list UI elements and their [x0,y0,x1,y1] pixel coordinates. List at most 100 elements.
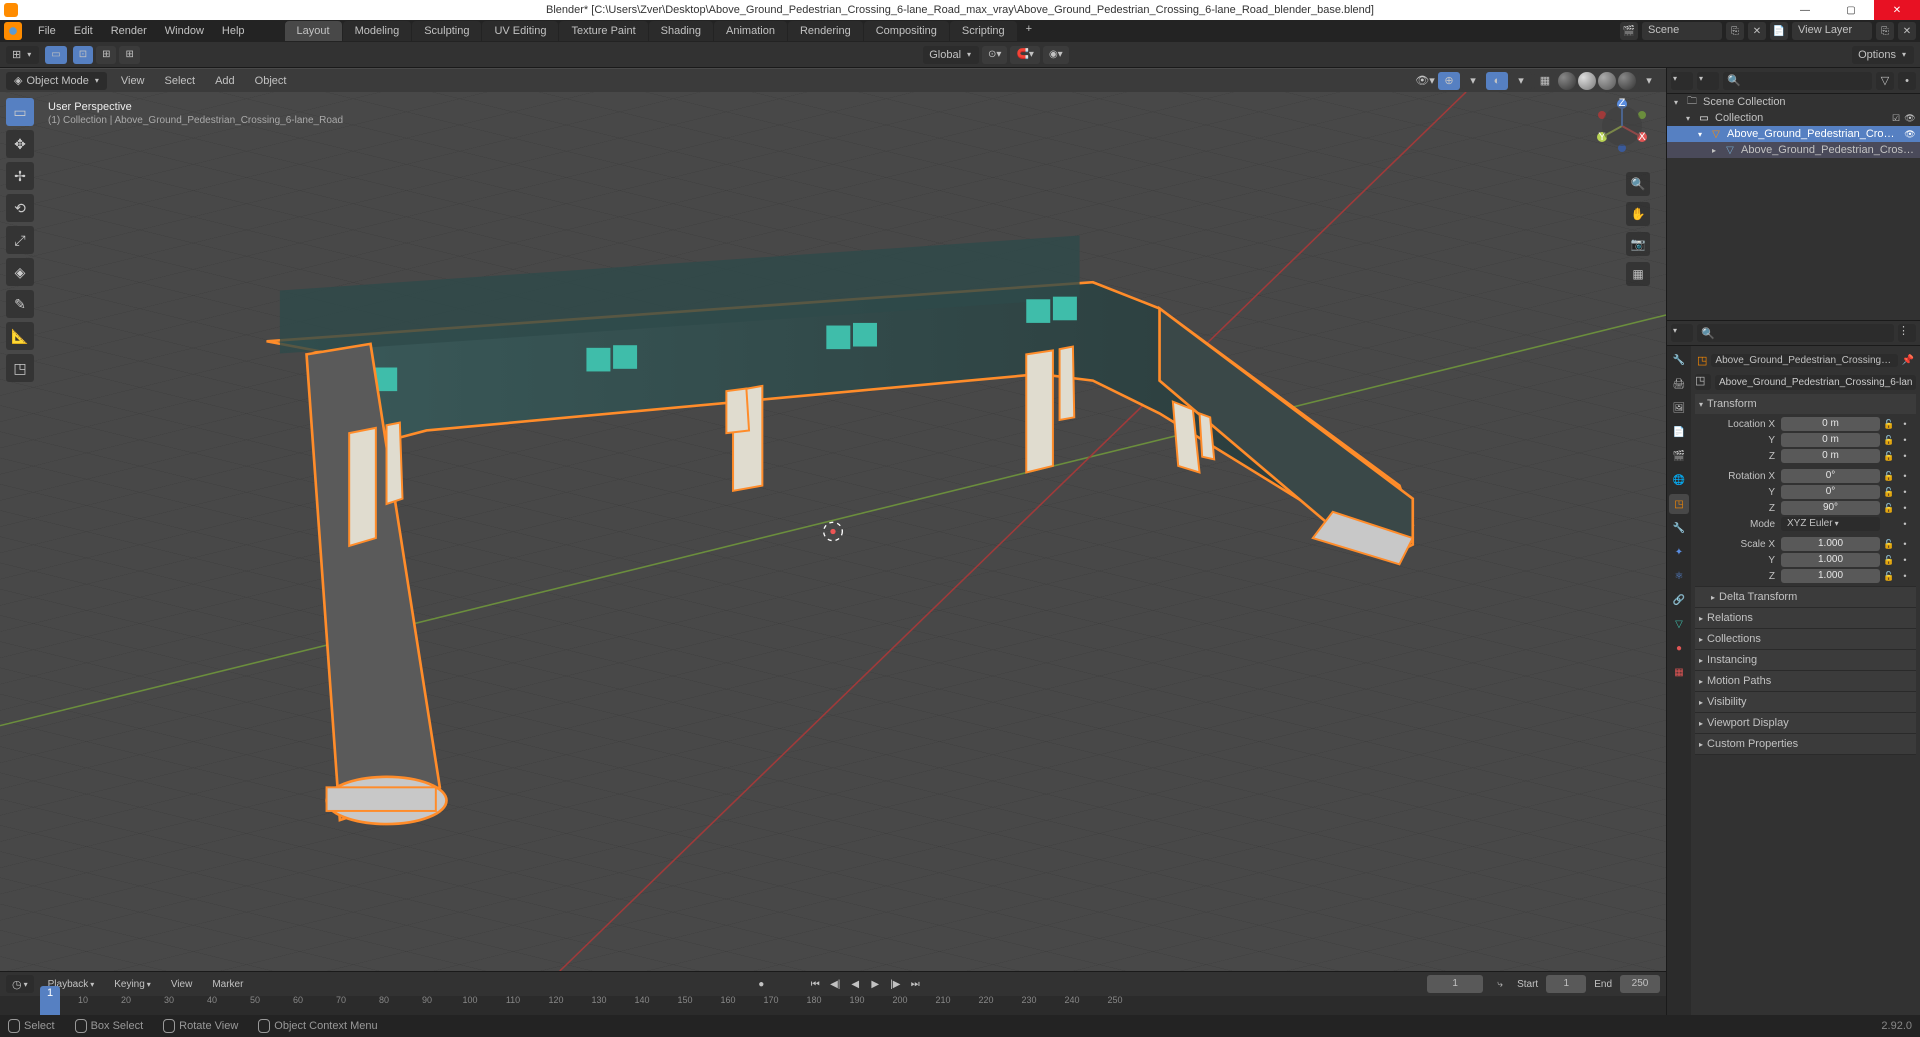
motion-paths-header[interactable]: ▸Motion Paths [1695,671,1916,691]
menu-help[interactable]: Help [214,23,253,39]
lock-loc-z[interactable]: 🔓 [1882,449,1896,463]
keyframe-prev[interactable]: ◀| [826,975,844,993]
delta-transform-header[interactable]: ▸Delta Transform [1695,587,1916,607]
ptab-mesh-data[interactable]: ▽ [1669,614,1689,634]
shading-material[interactable] [1598,72,1616,90]
tab-animation[interactable]: Animation [714,21,787,41]
ptab-view-layer[interactable]: 📄 [1669,422,1689,442]
scale-y[interactable]: 1.000 [1781,553,1880,567]
ptab-modifiers[interactable]: 🔧 [1669,518,1689,538]
end-frame-field[interactable]: 250 [1620,975,1660,993]
gizmo-toggle[interactable]: ⊕ [1438,72,1460,90]
transform-header[interactable]: ▾Transform [1695,394,1916,414]
tool-move[interactable]: ✢ [6,162,34,190]
tab-shading[interactable]: Shading [649,21,713,41]
menu-file[interactable]: File [30,23,64,39]
ptab-output[interactable]: 🖼 [1669,398,1689,418]
object-datablock-icon[interactable]: ◳ [1695,374,1711,390]
gizmo-dropdown[interactable]: ▾ [1462,72,1484,90]
tool-cursor[interactable]: ✥ [6,130,34,158]
header-add[interactable]: Add [209,75,241,87]
outliner-editor-dropdown[interactable] [1671,72,1693,90]
tool-add-cube[interactable]: ◳ [6,354,34,382]
lock-scale-x[interactable]: 🔓 [1882,537,1896,551]
outliner-root[interactable]: ▾ 🗀 Scene Collection [1667,94,1920,110]
delete-scene-button[interactable]: ✕ [1748,22,1766,40]
header-object[interactable]: Object [249,75,293,87]
outliner[interactable]: ▾ 🗀 Scene Collection ▾ ▭ Collection ☑👁 ▾… [1667,94,1920,320]
jump-start[interactable]: ⏮ [806,975,824,993]
navigation-gizmo[interactable]: X Y Z [1594,98,1650,154]
perspective-icon[interactable]: ▦ [1626,262,1650,286]
tab-rendering[interactable]: Rendering [788,21,863,41]
playhead[interactable]: 1 [40,986,60,1015]
outliner-row-object[interactable]: ▾ ▽ Above_Ground_Pedestrian_Crossing_6-l… [1667,126,1920,142]
lock-scale-y[interactable]: 🔓 [1882,553,1896,567]
tab-compositing[interactable]: Compositing [864,21,949,41]
outliner-display-mode[interactable] [1697,72,1719,90]
current-frame-field[interactable]: 1 [1427,975,1483,993]
maximize-button[interactable]: ▢ [1828,0,1874,20]
zoom-icon[interactable]: 🔍 [1626,172,1650,196]
camera-icon[interactable]: 📷 [1626,232,1650,256]
keyframe-next[interactable]: |▶ [886,975,904,993]
rotation-x[interactable]: 0° [1781,469,1880,483]
tab-texture-paint[interactable]: Texture Paint [559,21,647,41]
snap-dropdown[interactable]: 🧲▾ [1010,46,1039,64]
properties-editor-dropdown[interactable] [1671,324,1693,342]
ptab-particles[interactable]: ✦ [1669,542,1689,562]
outliner-row-collection[interactable]: ▾ ▭ Collection ☑👁 [1667,110,1920,126]
snap-element[interactable]: ⊞ [96,46,116,64]
object-name-input[interactable] [1715,375,1916,390]
custom-properties-header[interactable]: ▸Custom Properties [1695,734,1916,754]
ptab-texture[interactable]: ▦ [1669,662,1689,682]
options-dropdown[interactable]: Options [1852,46,1914,64]
ptab-object[interactable]: ◳ [1669,494,1689,514]
view-layer-field[interactable]: View Layer [1792,22,1872,40]
tab-scripting[interactable]: Scripting [950,21,1017,41]
ptab-scene[interactable]: 🎬 [1669,446,1689,466]
header-view[interactable]: View [115,75,151,87]
tool-scale[interactable]: ⤢ [6,226,34,254]
tab-modeling[interactable]: Modeling [343,21,412,41]
timeline-keying[interactable]: Keying [108,979,157,990]
lock-scale-z[interactable]: 🔓 [1882,569,1896,583]
layer-browse-icon[interactable]: 📄 [1770,22,1788,40]
properties-search[interactable]: 🔍 [1697,324,1894,342]
outliner-new-collection[interactable]: • [1898,72,1916,90]
pin-icon[interactable]: 📌 [1902,355,1914,366]
snap-target[interactable]: ⊞ [119,46,139,64]
lock-loc-x[interactable]: 🔓 [1882,417,1896,431]
lock-loc-y[interactable]: 🔓 [1882,433,1896,447]
frame-jump-icon[interactable]: ⤷ [1491,975,1509,993]
instancing-header[interactable]: ▸Instancing [1695,650,1916,670]
timeline-editor-dropdown[interactable]: ◷ [6,975,34,993]
properties-options[interactable]: ⋮ [1898,324,1916,342]
rotation-y[interactable]: 0° [1781,485,1880,499]
lock-rot-x[interactable]: 🔓 [1882,469,1896,483]
tool-transform[interactable]: ◈ [6,258,34,286]
overlay-dropdown[interactable]: ▾ [1510,72,1532,90]
orientation-dropdown[interactable]: Global [923,46,979,64]
shading-dropdown[interactable]: ▾ [1638,72,1660,90]
blender-logo-icon[interactable] [4,22,22,40]
play[interactable]: ▶ [866,975,884,993]
mode-dropdown[interactable]: ◈ Object Mode [6,72,107,90]
pivot-dropdown[interactable]: ⊙▾ [982,46,1007,64]
timeline-view[interactable]: View [165,979,199,990]
tool-rotate[interactable]: ⟲ [6,194,34,222]
play-reverse[interactable]: ◀ [846,975,864,993]
visibility-header[interactable]: ▸Visibility [1695,692,1916,712]
ptab-render[interactable]: 🖨 [1669,374,1689,394]
scene-browse-icon[interactable]: 🎬 [1620,22,1638,40]
tool-annotate[interactable]: ✎ [6,290,34,318]
visibility-dropdown[interactable]: 👁▾ [1414,72,1436,90]
location-x[interactable]: 0 m [1781,417,1880,431]
timeline-track[interactable]: 1 10203040506070809010011012013014015016… [0,996,1666,1015]
ptab-world[interactable]: 🌐 [1669,470,1689,490]
ptab-physics[interactable]: ⚛ [1669,566,1689,586]
shading-rendered[interactable] [1618,72,1636,90]
tool-select-box[interactable]: ▭ [6,98,34,126]
menu-edit[interactable]: Edit [66,23,101,39]
rotation-mode[interactable]: XYZ Euler [1781,517,1880,531]
